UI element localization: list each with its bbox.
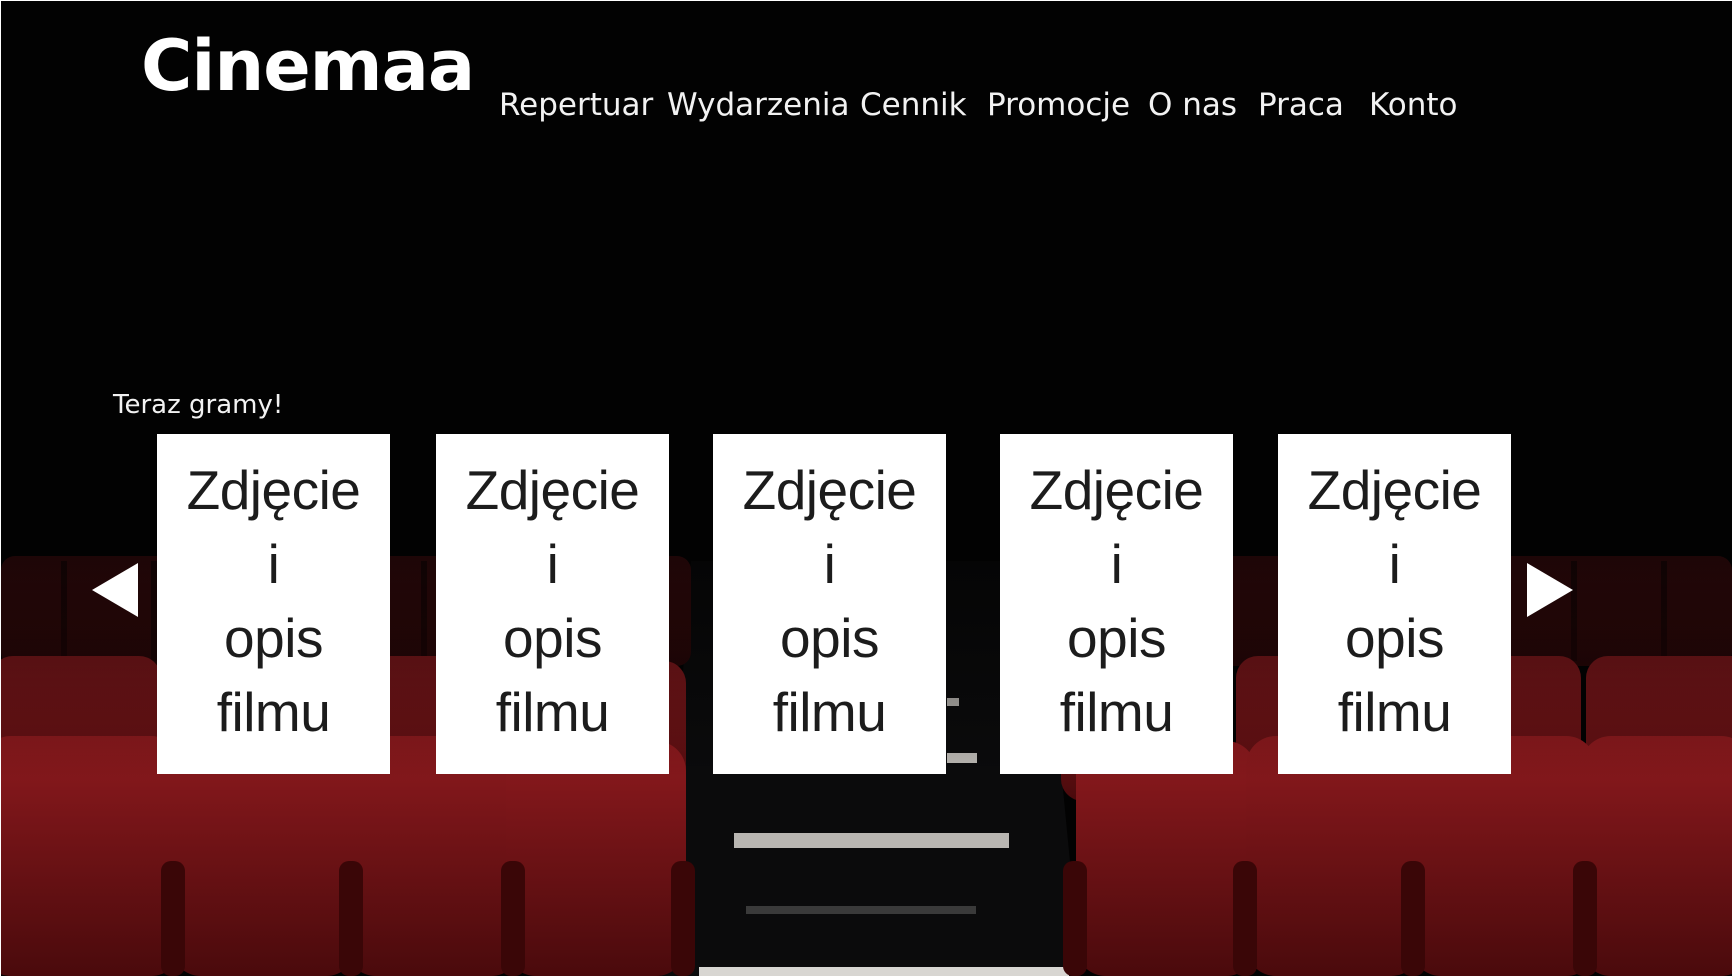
movie-card-line: opis <box>780 607 879 669</box>
site-logo[interactable]: Cinemaa <box>141 31 475 101</box>
page-frame: Cinemaa Repertuar Wydarzenia Cennik Prom… <box>1 1 1732 976</box>
triangle-left-icon <box>92 563 138 617</box>
movie-card-text: Zdjęcie i opis filmu <box>1000 453 1233 749</box>
movie-card-line: opis <box>1067 607 1166 669</box>
nav-item-konto[interactable]: Konto <box>1369 85 1458 125</box>
carousel-next-button[interactable] <box>1525 561 1575 619</box>
movie-card-line: i <box>546 533 559 595</box>
movie-card-line: filmu <box>495 681 610 743</box>
movie-card-line: filmu <box>1337 681 1452 743</box>
movie-card-line: filmu <box>772 681 887 743</box>
movie-card[interactable]: Zdjęcie i opis filmu <box>157 434 390 774</box>
movie-card[interactable]: Zdjęcie i opis filmu <box>1278 434 1511 774</box>
nav-item-promocje[interactable]: Promocje <box>987 85 1130 125</box>
movie-card-line: Zdjęcie <box>1307 459 1482 521</box>
movie-card-line: Zdjęcie <box>465 459 640 521</box>
movie-card-line: filmu <box>1059 681 1174 743</box>
movie-card-line: i <box>1388 533 1401 595</box>
movie-card-text: Zdjęcie i opis filmu <box>713 453 946 749</box>
movie-card-line: opis <box>1345 607 1444 669</box>
movie-card-line: opis <box>503 607 602 669</box>
movie-card-line: Zdjęcie <box>186 459 361 521</box>
nav-item-o-nas[interactable]: O nas <box>1148 85 1237 125</box>
movie-card-line: i <box>823 533 836 595</box>
movie-card[interactable]: Zdjęcie i opis filmu <box>713 434 946 774</box>
movie-card-text: Zdjęcie i opis filmu <box>157 453 390 749</box>
movie-card[interactable]: Zdjęcie i opis filmu <box>1000 434 1233 774</box>
carousel-prev-button[interactable] <box>90 561 140 619</box>
movie-card-line: opis <box>224 607 323 669</box>
movie-card-line: filmu <box>216 681 331 743</box>
nav-item-praca[interactable]: Praca <box>1258 85 1344 125</box>
movie-card-line: Zdjęcie <box>742 459 917 521</box>
movie-card-line: Zdjęcie <box>1029 459 1204 521</box>
movie-card-line: i <box>267 533 280 595</box>
movie-card-text: Zdjęcie i opis filmu <box>436 453 669 749</box>
triangle-right-icon <box>1527 563 1573 617</box>
nav-item-wydarzenia[interactable]: Wydarzenia <box>667 85 849 125</box>
movie-card-text: Zdjęcie i opis filmu <box>1278 453 1511 749</box>
nav-item-cennik[interactable]: Cennik <box>860 85 967 125</box>
movie-card[interactable]: Zdjęcie i opis filmu <box>436 434 669 774</box>
movie-card-line: i <box>1110 533 1123 595</box>
nav-item-repertuar[interactable]: Repertuar <box>499 85 653 125</box>
now-playing-title: Teraz gramy! <box>113 390 284 420</box>
